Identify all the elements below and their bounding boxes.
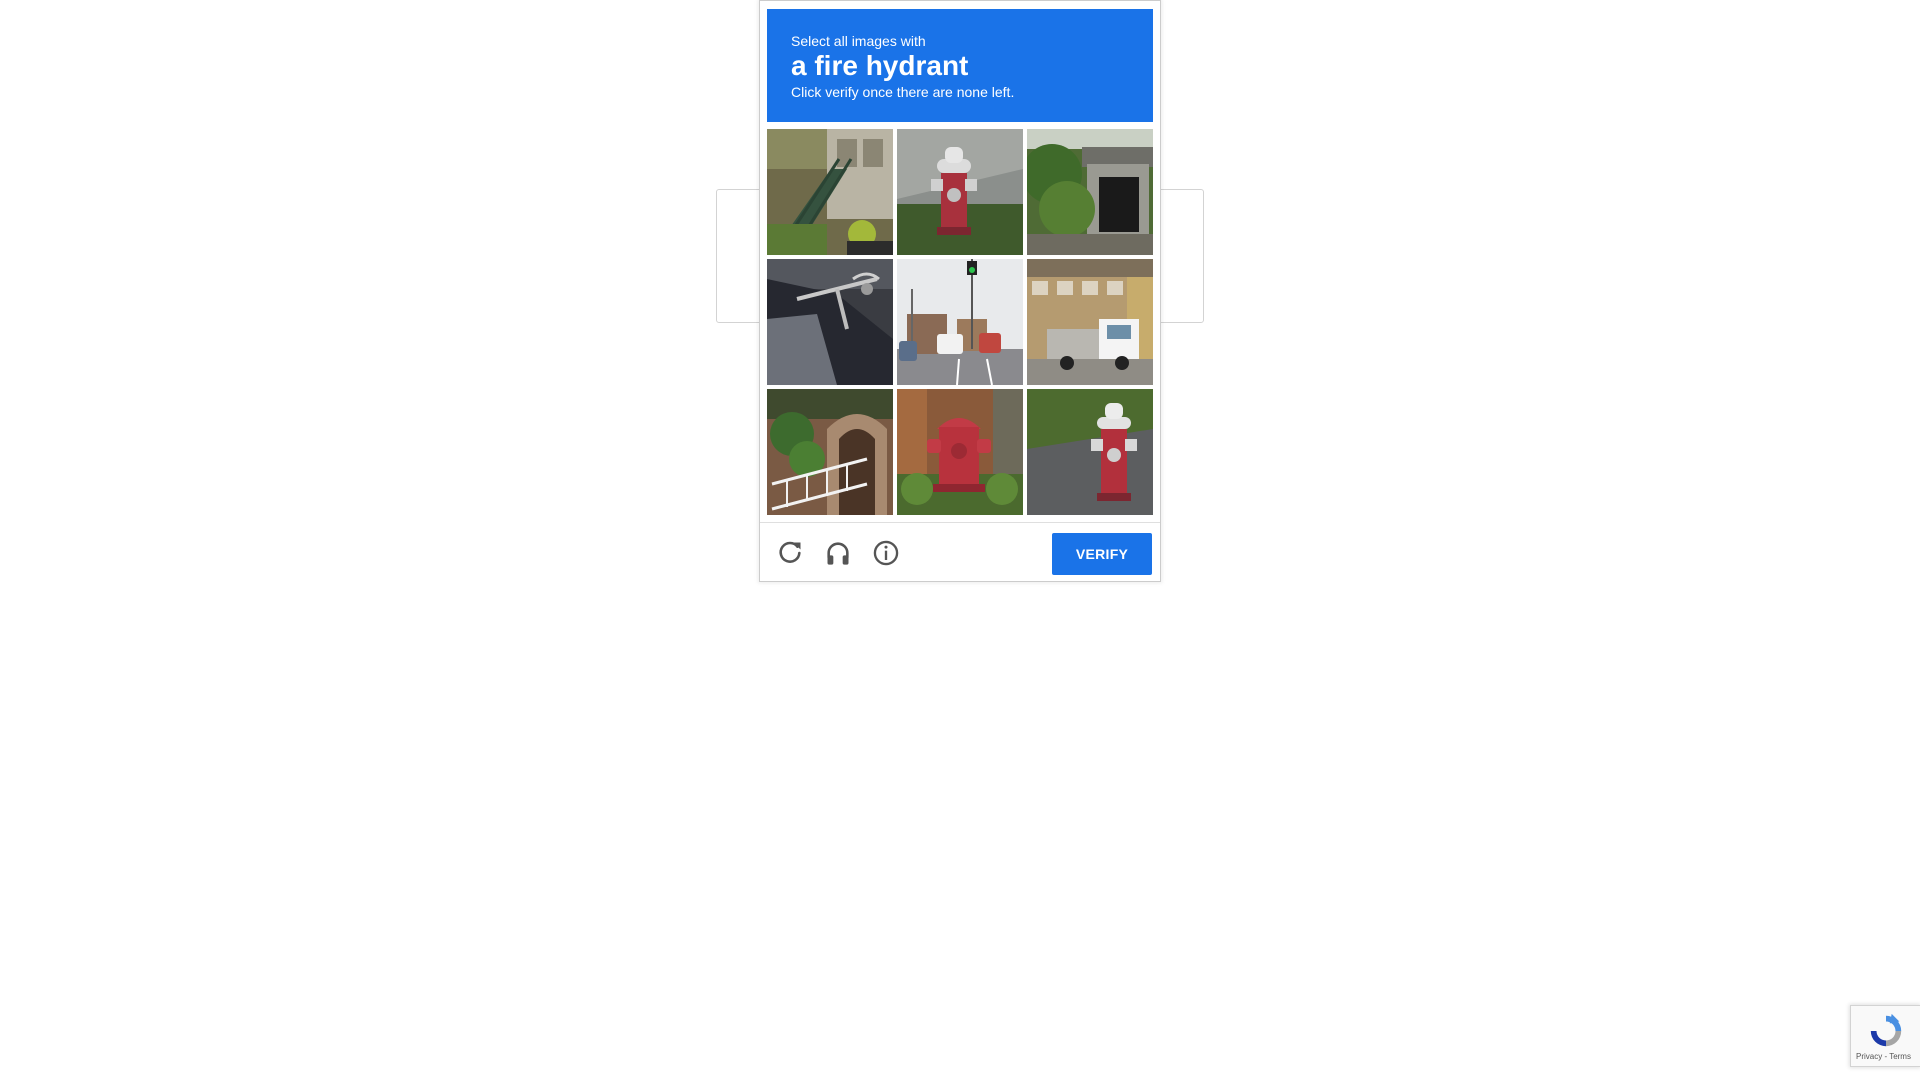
captcha-challenge-popup: Select all images with a fire hydrant Cl… bbox=[759, 0, 1161, 582]
tile-image-street bbox=[897, 259, 1023, 385]
tile-image-hydrant-red bbox=[897, 389, 1023, 515]
info-icon bbox=[873, 540, 899, 566]
recaptcha-badge[interactable]: Privacy - Terms bbox=[1850, 1005, 1920, 1067]
image-tile-2[interactable] bbox=[897, 129, 1023, 255]
tile-image-tunnel bbox=[1027, 129, 1153, 255]
recaptcha-logo-icon bbox=[1870, 1013, 1902, 1047]
tile-image-hydrant-sidewalk bbox=[1027, 389, 1153, 515]
tile-image-house bbox=[767, 389, 893, 515]
image-tile-1[interactable] bbox=[767, 129, 893, 255]
target-object-text: a fire hydrant bbox=[791, 50, 969, 81]
headphones-icon bbox=[827, 542, 849, 565]
tile-image-truck bbox=[1027, 259, 1153, 385]
verify-button[interactable]: VERIFY bbox=[1052, 533, 1152, 575]
challenge-header: Select all images with a fire hydrant Cl… bbox=[767, 9, 1153, 122]
image-tile-7[interactable] bbox=[767, 389, 893, 515]
reload-icon bbox=[779, 541, 801, 563]
image-tile-3[interactable] bbox=[1027, 129, 1153, 255]
image-tile-9[interactable] bbox=[1027, 389, 1153, 515]
image-tile-5[interactable] bbox=[897, 259, 1023, 385]
tile-image-bicycle bbox=[767, 259, 893, 385]
image-grid bbox=[767, 129, 1155, 515]
reload-button[interactable] bbox=[774, 537, 806, 569]
image-tile-8[interactable] bbox=[897, 389, 1023, 515]
tile-image-stairs bbox=[767, 129, 893, 255]
instruction-text: Select all images with bbox=[791, 33, 926, 49]
privacy-terms-link[interactable]: Privacy - Terms bbox=[1856, 1052, 1911, 1061]
info-button[interactable] bbox=[870, 537, 902, 569]
audio-challenge-button[interactable] bbox=[822, 537, 854, 569]
image-tile-4[interactable] bbox=[767, 259, 893, 385]
image-tile-6[interactable] bbox=[1027, 259, 1153, 385]
tile-image-hydrant-white-top bbox=[897, 129, 1023, 255]
instruction-subtext: Click verify once there are none left. bbox=[791, 84, 1015, 100]
challenge-footer: VERIFY bbox=[760, 522, 1160, 582]
